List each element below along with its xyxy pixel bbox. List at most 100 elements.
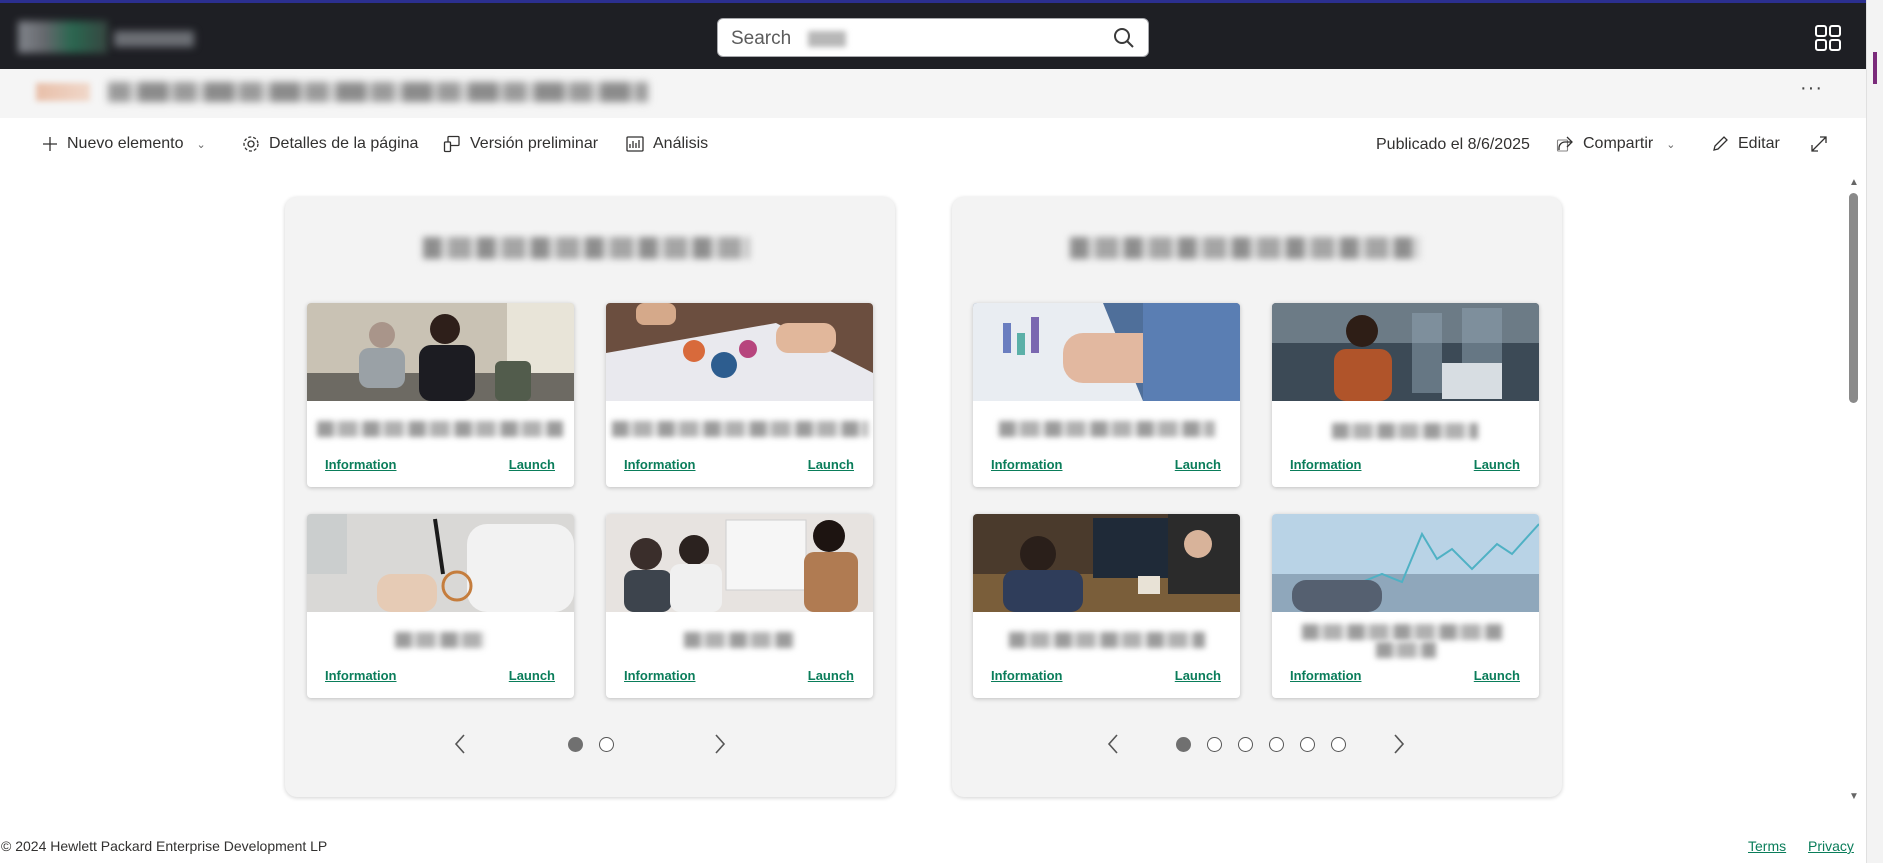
launch-link[interactable]: Launch (509, 457, 555, 472)
card-title (1302, 624, 1502, 640)
carousel-pager (952, 732, 1562, 756)
search-placeholder: Search (731, 28, 792, 49)
panel-title (1070, 237, 1420, 259)
information-link[interactable]: Information (991, 457, 1063, 472)
card-image-graph[interactable] (1272, 514, 1539, 612)
analytics-button[interactable]: Análisis (626, 132, 708, 156)
card: Information Launch (307, 303, 574, 487)
terms-link[interactable]: Terms (1748, 838, 1786, 854)
share-icon (1556, 136, 1573, 152)
chevron-down-icon: ⌄ (196, 138, 206, 151)
card-title (317, 421, 563, 437)
launch-link[interactable]: Launch (808, 457, 854, 472)
expand-button[interactable] (1810, 132, 1828, 156)
plus-icon (43, 137, 57, 151)
share-label: Compartir (1583, 135, 1654, 152)
card-image-handshake[interactable] (973, 303, 1240, 401)
chevron-right-icon[interactable] (707, 732, 731, 756)
side-pane-accent[interactable] (1873, 52, 1877, 84)
information-link[interactable]: Information (624, 668, 696, 683)
expand-icon (1811, 136, 1827, 152)
carousel-dot[interactable] (1300, 737, 1315, 752)
carousel-panel: Information Launch Information Launch In… (952, 197, 1562, 797)
search-icon[interactable] (1112, 26, 1136, 50)
vertical-scrollbar[interactable]: ▲ ▼ (1845, 175, 1863, 808)
card-image-meeting[interactable] (307, 303, 574, 401)
carousel-panel: Information Launch Information Launch In… (285, 197, 895, 797)
search-scope-redacted (808, 31, 846, 47)
chevron-down-icon: ⌄ (1666, 138, 1676, 151)
new-item-button[interactable]: Nuevo elemento ⌄ (42, 132, 206, 156)
card: Information Launch (973, 514, 1240, 698)
card-image-video-call[interactable] (973, 514, 1240, 612)
search-box[interactable]: Search (717, 18, 1149, 57)
information-link[interactable]: Information (991, 668, 1063, 683)
preview-button[interactable]: Versión preliminar (443, 132, 598, 156)
preview-icon (443, 135, 460, 153)
information-link[interactable]: Information (624, 457, 696, 472)
footer: © 2024 Hewlett Packard Enterprise Develo… (0, 833, 1866, 863)
launch-link[interactable]: Launch (1175, 668, 1221, 683)
information-link[interactable]: Information (325, 668, 397, 683)
launch-link[interactable]: Launch (1175, 457, 1221, 472)
carousel-dot[interactable] (568, 737, 583, 752)
privacy-link[interactable]: Privacy (1808, 838, 1854, 854)
chevron-right-icon[interactable] (1386, 732, 1410, 756)
card-image-presentation[interactable] (606, 514, 873, 612)
launch-link[interactable]: Launch (808, 668, 854, 683)
information-link[interactable]: Information (325, 457, 397, 472)
card: Information Launch (606, 303, 873, 487)
card-title (999, 421, 1215, 437)
carousel-dot[interactable] (1331, 737, 1346, 752)
chevron-left-icon[interactable] (1102, 732, 1126, 756)
scrollbar-thumb[interactable] (1849, 193, 1858, 403)
more-options-icon[interactable]: ··· (1800, 77, 1823, 100)
site-header: ··· (0, 69, 1866, 118)
company-logo[interactable] (18, 19, 198, 55)
carousel-pager (285, 732, 895, 756)
card-title (395, 632, 485, 648)
card-title (1009, 632, 1205, 648)
edit-label: Editar (1738, 135, 1780, 152)
chevron-left-icon[interactable] (449, 732, 473, 756)
site-title[interactable] (108, 82, 648, 102)
app-launcher-icon[interactable] (1815, 25, 1841, 51)
card-title-line-2 (1376, 642, 1436, 658)
published-date: Publicado el 8/6/2025 (1376, 136, 1530, 153)
site-logo[interactable] (36, 83, 90, 101)
page-details-button[interactable]: Detalles de la página (242, 132, 418, 156)
information-link[interactable]: Information (1290, 457, 1362, 472)
pencil-icon (1713, 136, 1728, 151)
card-image-pen[interactable] (307, 514, 574, 612)
card-image-headset[interactable] (1272, 303, 1539, 401)
card-title (1332, 423, 1478, 439)
command-bar: Nuevo elemento ⌄ Detalles de la página V… (0, 118, 1866, 172)
card-image-charts[interactable] (606, 303, 873, 401)
panel-title (423, 237, 749, 259)
scroll-down-icon[interactable]: ▼ (1849, 791, 1859, 802)
edit-button[interactable]: Editar (1711, 132, 1780, 156)
launch-link[interactable]: Launch (509, 668, 555, 683)
card: Information Launch (1272, 303, 1539, 487)
card: Information Launch (1272, 514, 1539, 698)
scroll-up-icon[interactable]: ▲ (1849, 177, 1859, 188)
card-title (612, 421, 868, 437)
information-link[interactable]: Information (1290, 668, 1362, 683)
card: Information Launch (606, 514, 873, 698)
copyright-text: © 2024 Hewlett Packard Enterprise Develo… (1, 838, 328, 854)
preview-label: Versión preliminar (470, 135, 599, 152)
side-pane-edge (1866, 0, 1883, 863)
suite-bar: Search (0, 0, 1866, 69)
carousel-dot[interactable] (1176, 737, 1191, 752)
share-button[interactable]: Compartir ⌄ (1556, 132, 1675, 156)
carousel-dot[interactable] (1238, 737, 1253, 752)
card: Information Launch (307, 514, 574, 698)
carousel-dot[interactable] (1207, 737, 1222, 752)
carousel-dot[interactable] (1269, 737, 1284, 752)
analytics-icon (626, 136, 644, 152)
carousel-dot[interactable] (599, 737, 614, 752)
launch-link[interactable]: Launch (1474, 457, 1520, 472)
launch-link[interactable]: Launch (1474, 668, 1520, 683)
new-item-label: Nuevo elemento (67, 135, 184, 152)
card: Information Launch (973, 303, 1240, 487)
